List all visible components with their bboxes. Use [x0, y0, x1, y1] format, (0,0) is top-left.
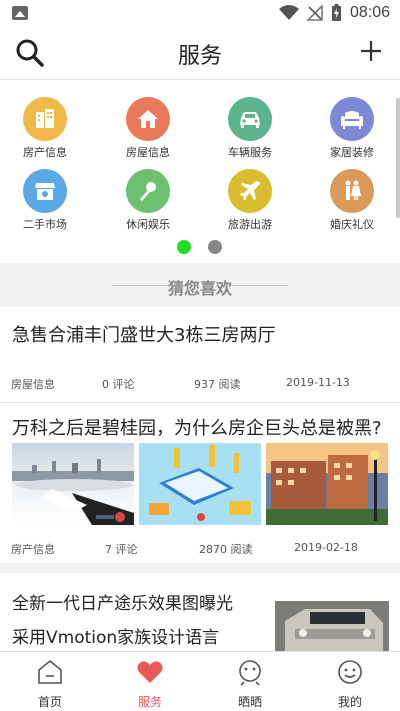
article-title-line1: 全新一代日产途乐效果图曝光 — [12, 594, 233, 614]
article-title-line2: 采用Vmotion家族设计语言 — [12, 628, 220, 648]
page-dot-active[interactable] — [177, 240, 191, 254]
service-item-wedding[interactable]: 婚庆礼仪 — [307, 164, 397, 234]
heart-tab-icon — [137, 661, 163, 683]
service-grid: 房产信息 房屋信息 车辆服务 家居装修 二手市场 休闲娱乐 旅游出游 婚庆礼仪 — [0, 92, 400, 232]
article-category: 房屋信息 — [11, 378, 55, 391]
article-title: 急售合浦丰门盛世大3栋三房两厅 — [12, 325, 276, 346]
shop-icon — [23, 169, 67, 213]
share-face-icon — [239, 660, 261, 686]
recommend-section-header: 猜您喜欢 — [0, 263, 400, 307]
car-icon — [228, 97, 272, 141]
divider — [232, 285, 288, 286]
couple-icon — [330, 169, 374, 213]
article-reads: 937 阅读 — [194, 378, 241, 391]
page-indicator — [0, 240, 400, 256]
article-date: 2019-11-13 — [286, 376, 350, 389]
service-item-leisure[interactable]: 休闲娱乐 — [103, 164, 193, 234]
article-reads: 2870 阅读 — [199, 543, 253, 556]
bottom-tab-bar: 首页 服务 晒晒 我的 — [0, 651, 400, 711]
article-date: 2019-02-18 — [294, 541, 358, 554]
service-item-vehicle[interactable]: 车辆服务 — [205, 92, 295, 162]
article-comments: 7 评论 — [105, 543, 138, 556]
page-dot[interactable] — [208, 240, 222, 254]
service-label: 房产信息 — [23, 146, 67, 159]
service-label: 车辆服务 — [228, 146, 272, 159]
service-label: 二手市场 — [23, 218, 67, 231]
wifi-icon — [278, 5, 299, 20]
divider — [0, 563, 400, 573]
service-label: 婚庆礼仪 — [330, 218, 374, 231]
service-label: 房屋信息 — [126, 146, 170, 159]
article-thumbnail[interactable] — [266, 443, 388, 525]
service-label: 休闲娱乐 — [126, 218, 170, 231]
service-item-home-decor[interactable]: 家居装修 — [307, 92, 397, 162]
scrollbar[interactable] — [396, 98, 400, 218]
article-category: 房产信息 — [11, 543, 55, 556]
sofa-icon — [330, 97, 374, 141]
tab-label: 晒晒 — [237, 695, 262, 709]
service-label: 旅游出游 — [228, 218, 272, 231]
tab-label: 我的 — [337, 695, 362, 709]
building-icon — [23, 97, 67, 141]
battery-charging-icon — [331, 4, 341, 21]
service-label: 家居装修 — [330, 146, 374, 159]
page-title: 服务 — [177, 44, 222, 69]
tab-share[interactable]: 晒晒 — [200, 652, 300, 711]
article-comments: 0 评论 — [102, 378, 135, 391]
article-title: 万科之后是碧桂园，为什么房企巨头总是被黑? — [12, 418, 382, 439]
clock: 08:06 — [349, 4, 390, 21]
article-thumbnail[interactable] — [139, 443, 261, 525]
home-icon — [126, 97, 170, 141]
service-item-second-hand[interactable]: 二手市场 — [0, 164, 90, 234]
tab-label: 服务 — [137, 695, 162, 709]
service-item-travel[interactable]: 旅游出游 — [205, 164, 295, 234]
tab-label: 首页 — [37, 695, 62, 709]
add-icon[interactable] — [360, 40, 382, 62]
no-signal-icon — [306, 5, 323, 21]
article-thumbnail[interactable] — [275, 601, 389, 651]
airplane-icon — [228, 169, 272, 213]
microphone-icon — [126, 169, 170, 213]
image-notification-icon — [12, 6, 28, 20]
article-card[interactable]: 急售合浦丰门盛世大3栋三房两厅 房屋信息 0 评论 937 阅读 2019-11… — [0, 307, 400, 402]
section-title: 猜您喜欢 — [167, 279, 232, 298]
status-bar: 08:06 — [0, 0, 400, 28]
tab-service[interactable]: 服务 — [100, 652, 200, 711]
home-tab-icon — [38, 659, 62, 684]
service-item-real-estate[interactable]: 房产信息 — [0, 92, 90, 162]
tab-home[interactable]: 首页 — [0, 652, 100, 711]
tab-mine[interactable]: 我的 — [300, 652, 400, 711]
top-navbar: 服务 — [0, 28, 400, 80]
smile-face-icon — [338, 660, 362, 684]
service-item-housing[interactable]: 房屋信息 — [103, 92, 193, 162]
article-thumbnail[interactable] — [12, 443, 134, 525]
